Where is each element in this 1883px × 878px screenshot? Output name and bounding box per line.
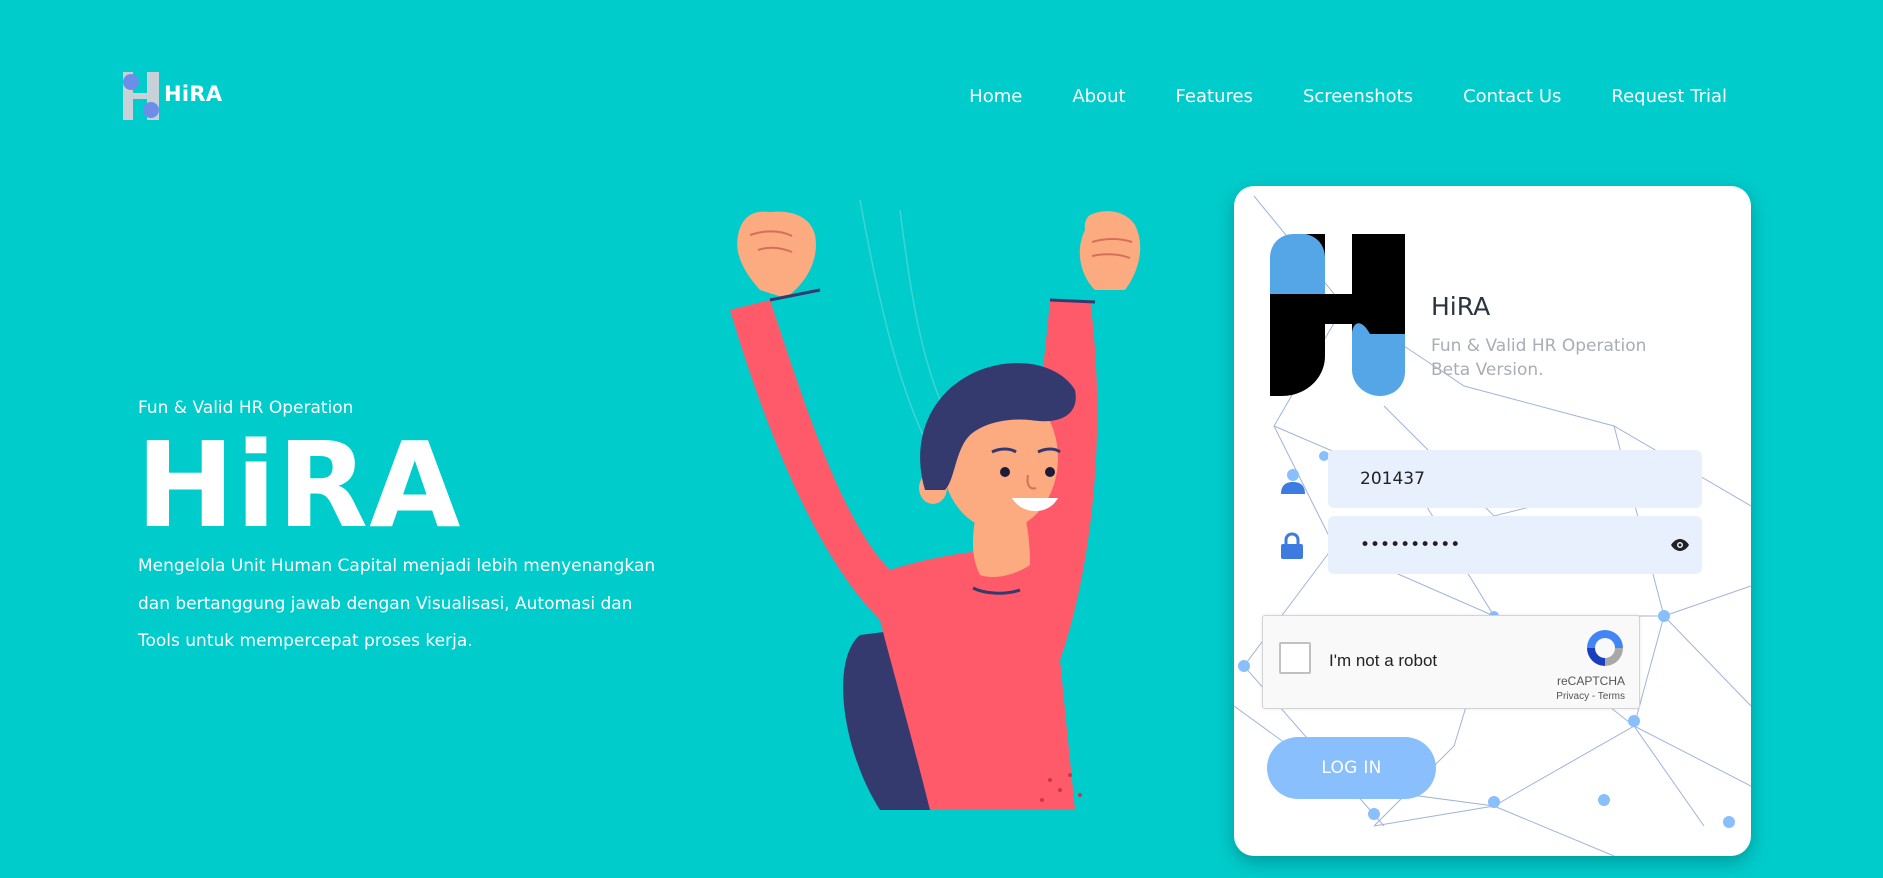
login-button[interactable]: LOG IN: [1267, 737, 1436, 799]
nav-contact-us[interactable]: Contact Us: [1463, 86, 1561, 107]
recaptcha-widget: I'm not a robot reCAPTCHA Privacy - Term…: [1262, 615, 1640, 709]
nav-screenshots[interactable]: Screenshots: [1303, 86, 1413, 107]
main-nav: Home About Features Screenshots Contact …: [969, 86, 1727, 107]
nav-about[interactable]: About: [1072, 86, 1125, 107]
password-input[interactable]: ••••••••••: [1328, 516, 1702, 574]
card-app-name: HiRA: [1431, 292, 1491, 321]
nav-home[interactable]: Home: [969, 86, 1022, 107]
nav-request-trial[interactable]: Request Trial: [1611, 86, 1727, 107]
card-tagline: Fun & Valid HR Operation Beta Version.: [1431, 334, 1646, 382]
card-tagline-line: Fun & Valid HR Operation: [1431, 336, 1647, 356]
eye-icon[interactable]: [1670, 538, 1690, 552]
hero-description-line: Tools untuk mempercepat proses kerja.: [138, 631, 473, 651]
hira-logo-icon: [1270, 234, 1405, 396]
password-value: ••••••••••: [1360, 535, 1461, 555]
username-input[interactable]: 201437: [1328, 450, 1702, 508]
card-tagline-line: Beta Version.: [1431, 360, 1544, 380]
nav-features[interactable]: Features: [1176, 86, 1253, 107]
user-icon: [1281, 469, 1305, 494]
hero-description: Mengelola Unit Human Capital menjadi leb…: [138, 548, 658, 661]
brand-logo[interactable]: HiRA: [121, 70, 222, 122]
hero-subtitle: Fun & Valid HR Operation: [138, 398, 354, 418]
recaptcha-links[interactable]: Privacy - Terms: [1556, 691, 1625, 702]
hero-title: HiRA: [136, 416, 462, 554]
recaptcha-icon: [1587, 630, 1623, 666]
lock-icon: [1281, 532, 1303, 559]
hero-description-line: dan bertanggung jawab dengan Visualisasi…: [138, 593, 633, 614]
hira-logo-icon: [123, 72, 159, 120]
recaptcha-brand: reCAPTCHA: [1556, 674, 1625, 688]
recaptcha-label: I'm not a robot: [1329, 651, 1438, 670]
login-card: HiRA Fun & Valid HR Operation Beta Versi…: [1234, 186, 1751, 856]
celebrating-person-illustration: [730, 199, 1141, 810]
recaptcha-checkbox[interactable]: [1279, 642, 1311, 674]
hero-description-line: Mengelola Unit Human Capital menjadi leb…: [138, 556, 656, 576]
brand-name: HiRA: [164, 82, 223, 106]
